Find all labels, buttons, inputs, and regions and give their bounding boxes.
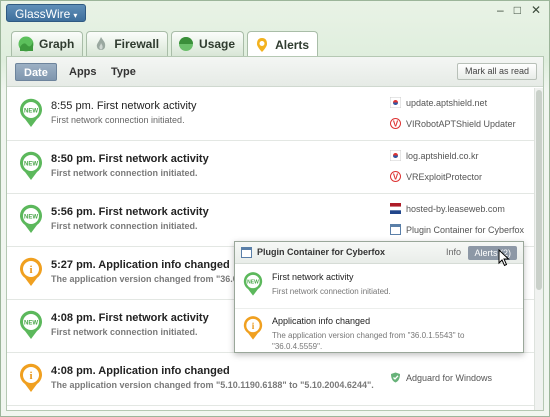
alert-description: First network connection initiated. [51, 115, 185, 125]
popup-alert-title: First network activity [272, 272, 354, 282]
alert-row[interactable]: i 4:08 pm. Application info changed The … [7, 353, 543, 406]
svg-text:NEW: NEW [24, 109, 38, 115]
alerts-scrollbar[interactable] [534, 88, 543, 410]
minimize-button[interactable]: – [497, 3, 504, 17]
popup-alert-item[interactable]: NEW First network activity First network… [235, 265, 523, 309]
alert-app[interactable]: V VIRobotAPTShield Updater [390, 118, 516, 129]
alerts-filter-bar: Date Apps Type Mark all as read [7, 57, 543, 87]
alert-description: First network connection initiated. [51, 327, 198, 337]
alert-app[interactable]: Plugin Container for Cyberfox [390, 224, 524, 235]
app-window-icon [241, 247, 252, 258]
tab-usage-label: Usage [199, 37, 236, 51]
svg-text:NEW: NEW [247, 280, 259, 286]
korea-flag-icon [390, 150, 401, 161]
tab-firewall[interactable]: Firewall [86, 31, 169, 56]
alerts-panel: Date Apps Type Mark all as read NEW 8:55… [6, 56, 544, 411]
alert-app-text: Adguard for Windows [406, 372, 493, 383]
svg-text:NEW: NEW [24, 162, 38, 168]
alert-title: 4:08 pm. Application info changed [51, 365, 230, 377]
alert-description: First network connection initiated. [51, 168, 198, 178]
popup-alert-item[interactable]: i Application info changed The applicati… [235, 309, 523, 353]
new-badge-icon: NEW [20, 204, 42, 233]
svg-text:i: i [29, 264, 32, 276]
app-alerts-popup: Plugin Container for Cyberfox Info Alert… [234, 241, 524, 353]
alert-app-text: VIRobotAPTShield Updater [406, 118, 516, 129]
popup-alert-description: The application version changed from "36… [272, 331, 465, 351]
graph-icon [18, 36, 34, 52]
mouse-cursor-icon [498, 249, 510, 267]
tab-alerts-label: Alerts [275, 37, 310, 52]
adguard-icon [391, 372, 400, 383]
info-badge-icon: i [243, 316, 263, 340]
mark-all-read-button[interactable]: Mark all as read [456, 63, 537, 80]
alert-host-text: log.aptshield.co.kr [406, 150, 479, 161]
popup-info-tab[interactable]: Info [446, 247, 461, 257]
close-button[interactable]: ✕ [531, 3, 541, 17]
alert-title: 4:08 pm. First network activity [51, 312, 209, 324]
alerts-icon [257, 37, 268, 52]
alert-row[interactable]: NEW 8:55 pm. First network activity Firs… [7, 88, 543, 141]
alert-host-text: update.aptshield.net [406, 97, 488, 108]
alert-row[interactable]: NEW 5:56 pm. First network activity Firs… [7, 194, 543, 247]
alert-app-text: Plugin Container for Cyberfox [406, 224, 525, 235]
info-badge-icon: i [20, 257, 42, 286]
tab-graph[interactable]: Graph [11, 31, 84, 56]
svg-text:V: V [393, 120, 399, 129]
firewall-icon [97, 37, 106, 50]
app-menu-button[interactable]: GlassWire ▾ [6, 4, 87, 22]
alert-host[interactable]: log.aptshield.co.kr [390, 150, 479, 161]
svg-text:NEW: NEW [24, 321, 38, 327]
new-badge-icon: NEW [20, 310, 42, 339]
alert-description: First network connection initiated. [51, 221, 198, 231]
filter-apps[interactable]: Apps [61, 63, 105, 81]
new-badge-icon: NEW [20, 98, 42, 127]
virobot-app-icon: V [390, 171, 401, 182]
popup-alert-title: Application info changed [272, 316, 371, 326]
info-badge-icon: i [20, 363, 42, 392]
tab-graph-label: Graph [39, 37, 75, 51]
korea-flag-icon [390, 97, 401, 108]
filter-type[interactable]: Type [103, 63, 144, 81]
alert-description: The application version changed from "5.… [51, 380, 374, 390]
tab-alerts[interactable]: Alerts [247, 31, 319, 57]
main-tabs: Graph Firewall Usage Alerts [11, 31, 319, 57]
alert-host[interactable]: update.aptshield.net [390, 97, 487, 108]
alert-title: 8:50 pm. First network activity [51, 153, 209, 165]
usage-icon [179, 37, 194, 51]
popup-header: Plugin Container for Cyberfox Info Alert… [235, 242, 523, 264]
new-badge-icon: NEW [20, 151, 42, 180]
svg-text:i: i [29, 370, 32, 382]
alert-title: 5:56 pm. First network activity [51, 206, 209, 218]
alert-title: 5:27 pm. Application info changed [51, 259, 230, 271]
popup-title: Plugin Container for Cyberfox [257, 247, 386, 257]
alert-app-text: VRExploitProtector [406, 171, 483, 182]
alert-app[interactable]: V VRExploitProtector [390, 171, 482, 182]
alert-description: The application version changed from "36… [51, 274, 238, 284]
alert-host-text: hosted-by.leaseweb.com [406, 203, 505, 214]
svg-text:V: V [393, 173, 399, 182]
virobot-app-icon: V [390, 118, 401, 129]
tab-firewall-label: Firewall [114, 37, 160, 51]
app-title: GlassWire [15, 7, 71, 21]
glasswire-window: GlassWire ▾ – □ ✕ Graph Firewall Usage Al… [0, 0, 550, 417]
chevron-down-icon: ▾ [73, 11, 78, 20]
maximize-button[interactable]: □ [514, 3, 521, 17]
popup-alert-description: First network connection initiated. [272, 287, 391, 296]
window-controls: – □ ✕ [497, 3, 541, 17]
svg-text:NEW: NEW [24, 215, 38, 221]
new-badge-icon: NEW [243, 272, 263, 296]
filter-date[interactable]: Date [15, 63, 57, 81]
alert-host[interactable]: hosted-by.leaseweb.com [390, 203, 505, 214]
scrollbar-thumb[interactable] [536, 90, 542, 290]
alert-app[interactable]: Adguard for Windows [390, 372, 492, 383]
tab-usage[interactable]: Usage [171, 31, 245, 56]
netherlands-flag-icon [390, 203, 401, 214]
alert-row[interactable]: NEW 8:50 pm. First network activity Firs… [7, 141, 543, 194]
app-window-icon [390, 224, 401, 235]
alert-title: 8:55 pm. First network activity [51, 100, 197, 112]
